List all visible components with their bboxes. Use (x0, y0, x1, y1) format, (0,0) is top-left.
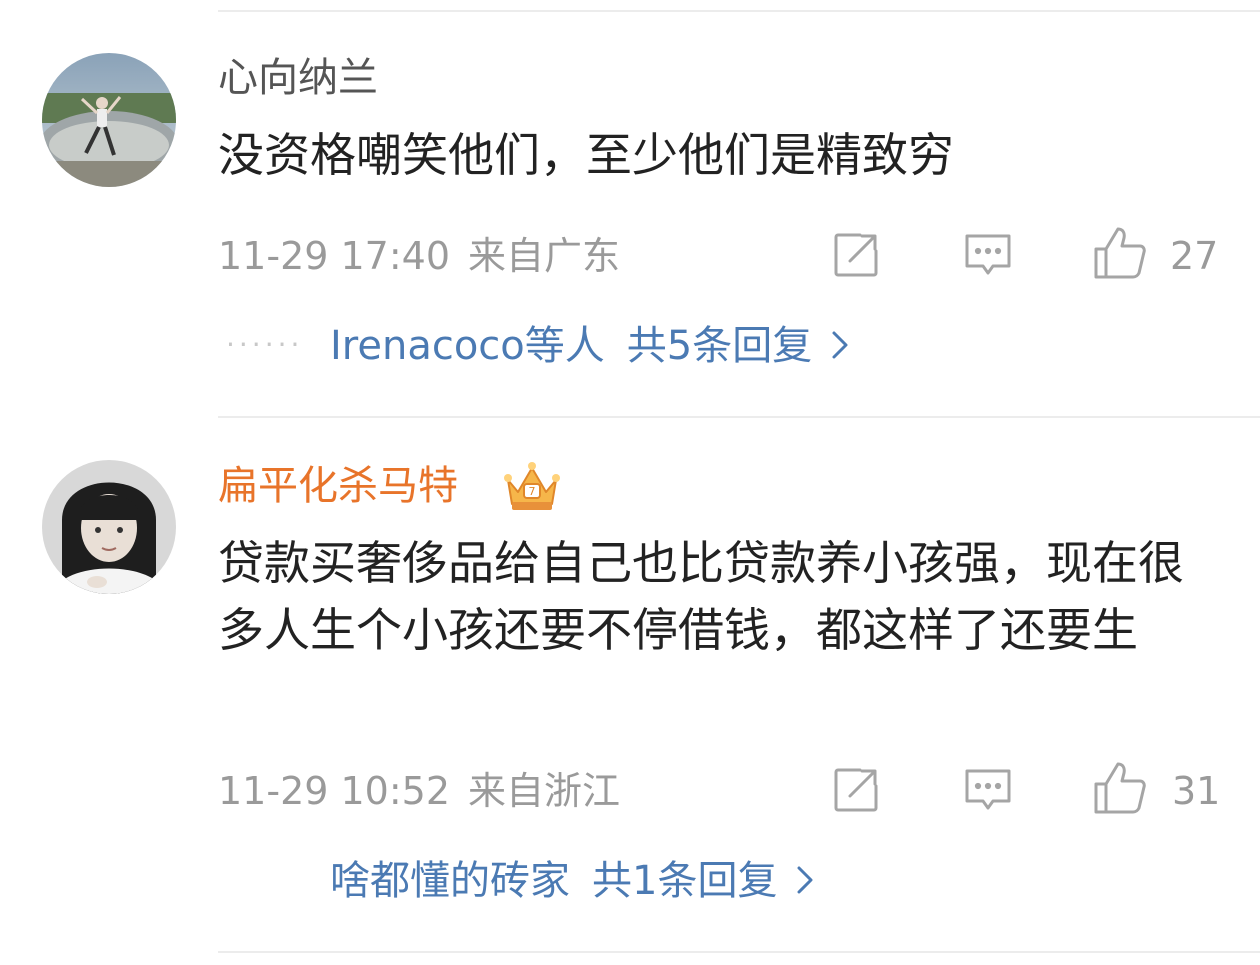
like-icon[interactable] (1092, 225, 1146, 279)
like-count: 31 (1172, 769, 1221, 813)
timestamp: 11-29 17:40 (218, 234, 451, 278)
reply-dots: ······ (226, 328, 304, 361)
avatar[interactable] (42, 53, 176, 187)
reply-names[interactable]: 啥都懂的砖家 (330, 858, 570, 904)
comment-text: 贷款买奢侈品给自己也比贷款养小孩强，现在很多人生个小孩还要不停借钱，都这样了还要… (218, 536, 1184, 657)
username[interactable]: 心向纳兰 (218, 54, 378, 102)
reply-names[interactable]: Irenacoco等人 (330, 323, 605, 369)
crown-vip-icon[interactable]: 7 (500, 458, 564, 514)
like-icon[interactable] (1092, 760, 1146, 814)
bottom-divider (218, 951, 1260, 953)
reply-count[interactable]: 共5条回复 (627, 323, 812, 369)
chevron-right-icon[interactable] (795, 859, 815, 907)
reply-link[interactable]: 啥都懂的砖家 共1条回复 (330, 857, 815, 907)
comment-meta: 11-29 10:52 来自浙江 (218, 768, 620, 814)
username[interactable]: 扁平化杀马特 (218, 462, 458, 510)
comment-divider (218, 416, 1260, 418)
repost-icon[interactable] (830, 229, 882, 281)
top-divider (218, 10, 1260, 12)
location: 来自浙江 (468, 769, 621, 813)
comment-icon[interactable] (962, 764, 1014, 816)
like-count: 27 (1170, 234, 1219, 278)
avatar[interactable] (42, 460, 176, 594)
comment-meta: 11-29 17:40 来自广东 (218, 233, 620, 279)
location: 来自广东 (468, 234, 621, 278)
chevron-right-icon[interactable] (830, 324, 850, 372)
reply-link[interactable]: Irenacoco等人 共5条回复 (330, 322, 850, 372)
reply-count[interactable]: 共1条回复 (592, 858, 777, 904)
timestamp: 11-29 10:52 (218, 769, 451, 813)
svg-text:7: 7 (529, 485, 536, 498)
comment-text: 没资格嘲笑他们，至少他们是精致穷 (218, 128, 954, 182)
comment-icon[interactable] (962, 229, 1014, 281)
repost-icon[interactable] (830, 764, 882, 816)
